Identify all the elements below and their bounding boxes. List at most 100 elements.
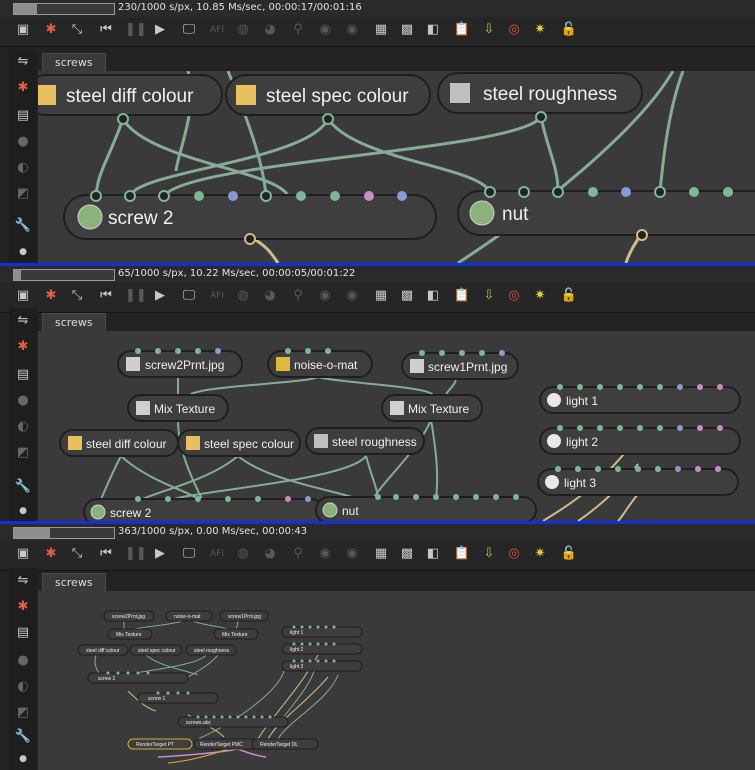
checker-icon[interactable]: ▩ [398, 545, 416, 563]
node-light-1[interactable]: light 1 [539, 386, 741, 414]
pause-icon[interactable]: ❚❚ [125, 287, 147, 305]
pause-icon[interactable]: ❚❚ [125, 21, 147, 39]
clapper-icon[interactable]: ▤ [14, 107, 32, 125]
node-screw2prnt-jpg[interactable]: screw2Prnt.jpg [103, 610, 155, 622]
restart-render-icon[interactable]: ⏮ [97, 287, 115, 305]
material-icon[interactable]: ● [14, 652, 32, 670]
material-icon[interactable]: ● [14, 133, 32, 151]
node-screw2prnt-jpg[interactable]: screw2Prnt.jpg [117, 350, 243, 378]
node-steel-diff-colour[interactable]: steel diff colour [38, 74, 223, 125]
node-nut[interactable]: nut [457, 186, 755, 241]
display-icon[interactable]: ▣ [14, 545, 32, 563]
clipboard-icon[interactable]: 📋 [453, 21, 471, 39]
settings-dot-icon[interactable]: ● [14, 502, 32, 520]
node-light-2[interactable]: light 2 [539, 427, 741, 455]
node-steel-roughness[interactable]: steel roughness [437, 72, 643, 123]
wrench-icon[interactable]: 🔧 [14, 728, 32, 746]
node-steel-spec-colour[interactable]: steel spec colour [129, 644, 183, 656]
node-steel-spec-colour[interactable]: steel spec colour [177, 429, 301, 457]
lock-icon[interactable]: 🔓 [560, 545, 578, 563]
tab-screws[interactable]: screws [42, 313, 106, 332]
node-mix-texture-1[interactable]: Mix Texture [127, 394, 229, 422]
node-mix-texture-1[interactable]: Mix Texture [107, 628, 153, 640]
node-steel-diff-colour[interactable]: steel diff colour [59, 429, 179, 457]
settings-dot-icon[interactable]: ● [14, 243, 32, 261]
node-steel-diff-colour[interactable]: steel diff colour [77, 644, 129, 656]
save-render-icon[interactable]: ⇩ [480, 21, 498, 39]
render-target-icon[interactable]: ✱ [14, 598, 32, 616]
material-picker-icon[interactable]: ◕ [261, 21, 279, 39]
sun-icon[interactable]: ✷ [531, 21, 549, 39]
film-region-icon[interactable]: ◉ [343, 287, 361, 305]
monitor-icon[interactable]: 🖵 [180, 21, 198, 39]
node-noise-o-mat[interactable]: noise-o-mat [165, 610, 213, 622]
texture-icon[interactable]: ◩ [14, 444, 32, 462]
clapper-icon[interactable]: ▤ [14, 624, 32, 642]
grid-icon[interactable]: ▦ [372, 545, 390, 563]
monitor-icon[interactable]: 🖵 [180, 545, 198, 563]
node-steel-roughness[interactable]: steel roughness [185, 644, 237, 656]
node-noise-o-mat[interactable]: noise-o-mat [267, 350, 373, 378]
alpha-icon[interactable]: ◧ [424, 21, 442, 39]
film-region-icon[interactable]: ◉ [343, 21, 361, 39]
link-nodes-icon[interactable]: ⇋ [14, 53, 32, 71]
play-icon[interactable]: ▶ [151, 21, 169, 39]
autofocus-icon[interactable]: AFI [208, 545, 226, 563]
alpha-icon[interactable]: ◧ [424, 545, 442, 563]
texture-icon[interactable]: ◩ [14, 185, 32, 203]
node-steel-spec-colour[interactable]: steel spec colour [225, 74, 431, 125]
node-screws-abc[interactable]: screws.abc [177, 716, 289, 728]
record-icon[interactable]: ◎ [505, 21, 523, 39]
record-icon[interactable]: ◎ [505, 287, 523, 305]
clapper-icon[interactable]: ▤ [14, 366, 32, 384]
clipboard-icon[interactable]: 📋 [453, 287, 471, 305]
monitor-icon[interactable]: 🖵 [180, 287, 198, 305]
node-steel-roughness[interactable]: steel roughness [305, 427, 425, 455]
display-icon[interactable]: ▣ [14, 21, 32, 39]
restart-render-icon[interactable]: ⏮ [97, 21, 115, 39]
render-target-icon[interactable]: ✱ [42, 287, 60, 305]
wrench-icon[interactable]: 🔧 [14, 478, 32, 496]
checker-icon[interactable]: ▩ [398, 287, 416, 305]
settings-dot-icon[interactable]: ● [14, 750, 32, 768]
node-screw1prnt-jpg[interactable]: screw1Prnt.jpg [401, 352, 519, 380]
geometry-icon[interactable]: ◐ [14, 418, 32, 436]
save-render-icon[interactable]: ⇩ [480, 545, 498, 563]
sun-icon[interactable]: ✷ [531, 287, 549, 305]
node-graph-canvas[interactable]: screw2Prnt.jpg noise-o-mat screw1Prnt.jp… [38, 331, 755, 521]
play-icon[interactable]: ▶ [151, 545, 169, 563]
node-screw-2[interactable]: screw 2 [83, 498, 325, 521]
record-icon[interactable]: ◎ [505, 545, 523, 563]
node-rendertarget-dl[interactable]: RenderTarget DL [251, 738, 319, 750]
node-rendertarget-pmc[interactable]: RenderTarget PMC [193, 738, 259, 750]
color-picker-icon[interactable]: ◍ [234, 287, 252, 305]
pause-icon[interactable]: ❚❚ [125, 545, 147, 563]
geometry-icon[interactable]: ◐ [14, 678, 32, 696]
render-target-icon[interactable]: ✱ [42, 545, 60, 563]
tab-screws[interactable]: screws [42, 573, 106, 592]
fit-view-icon[interactable]: ⤡ [68, 545, 86, 563]
node-mix-texture-2[interactable]: Mix Texture [381, 394, 483, 422]
render-target-icon[interactable]: ✱ [42, 21, 60, 39]
play-icon[interactable]: ▶ [151, 287, 169, 305]
render-target-icon[interactable]: ✱ [14, 79, 32, 97]
fit-view-icon[interactable]: ⤡ [68, 287, 86, 305]
region-render-icon[interactable]: ◉ [316, 545, 334, 563]
material-picker-icon[interactable]: ◕ [261, 287, 279, 305]
alpha-icon[interactable]: ◧ [424, 287, 442, 305]
node-graph-canvas[interactable]: screw2Prnt.jpg noise-o-mat screw1Prnt.jp… [38, 591, 755, 770]
display-icon[interactable]: ▣ [14, 287, 32, 305]
texture-icon[interactable]: ◩ [14, 704, 32, 722]
node-screw-2[interactable]: screw 2 [63, 190, 437, 245]
link-nodes-icon[interactable]: ⇋ [14, 572, 32, 590]
node-mix-texture-2[interactable]: Mix Texture [213, 628, 259, 640]
film-region-icon[interactable]: ◉ [343, 545, 361, 563]
wrench-icon[interactable]: 🔧 [14, 217, 32, 235]
autofocus-icon[interactable]: AFI [208, 287, 226, 305]
save-render-icon[interactable]: ⇩ [480, 287, 498, 305]
object-picker-icon[interactable]: ⚲ [289, 287, 307, 305]
node-rendertarget-pt[interactable]: RenderTarget PT [127, 738, 193, 750]
region-render-icon[interactable]: ◉ [316, 287, 334, 305]
fit-view-icon[interactable]: ⤡ [68, 21, 86, 39]
sun-icon[interactable]: ✷ [531, 545, 549, 563]
